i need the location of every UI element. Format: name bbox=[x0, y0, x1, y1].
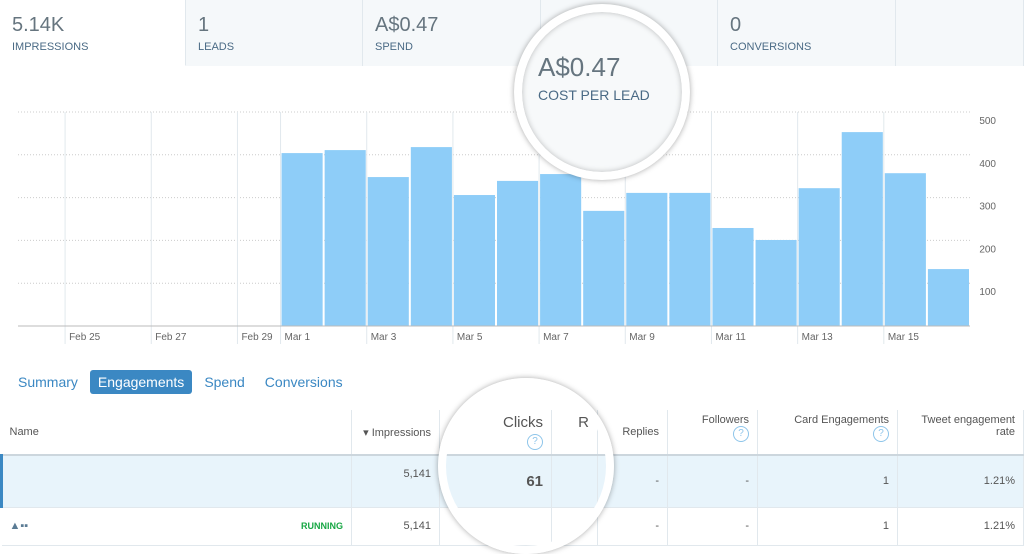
tab-leads[interactable]: 1 LEADS bbox=[186, 0, 363, 66]
conversions-value: 0 bbox=[730, 14, 742, 36]
spend-value: A$0.47 bbox=[375, 14, 439, 36]
cell-rate: 1.21% bbox=[897, 507, 1024, 546]
bar bbox=[324, 150, 366, 326]
help-icon[interactable]: ? bbox=[733, 426, 749, 442]
x-tick-label: Mar 3 bbox=[371, 332, 397, 343]
impressions-label: IMPRESSIONS bbox=[12, 41, 89, 53]
y-tick-label: 500 bbox=[979, 116, 996, 127]
y-tick-label: 400 bbox=[979, 159, 996, 170]
col-followers[interactable]: Followers? bbox=[667, 410, 758, 456]
magnifier-clicks bbox=[438, 378, 614, 554]
subtab-spend[interactable]: Spend bbox=[196, 370, 252, 394]
bar bbox=[453, 195, 495, 326]
bar bbox=[884, 173, 926, 326]
cell-impressions: 5,141 bbox=[351, 455, 440, 508]
x-tick-label: Mar 7 bbox=[543, 332, 569, 343]
tab-impressions[interactable]: 5.14K IMPRESSIONS bbox=[0, 0, 186, 66]
bar bbox=[669, 192, 711, 326]
col-impressions[interactable]: ▾ Impressions bbox=[351, 410, 440, 456]
col-name[interactable]: Name bbox=[1, 410, 352, 456]
tab-conversions[interactable]: 0 CONVERSIONS bbox=[718, 0, 896, 66]
spend-label: SPEND bbox=[375, 41, 413, 53]
bar bbox=[626, 192, 668, 326]
cell-followers: - bbox=[667, 455, 758, 508]
subtab-engagements[interactable]: Engagements bbox=[89, 370, 193, 394]
metric-tabs: 5.14K IMPRESSIONS 1 LEADS A$0.47 SPEND 0 CON… bbox=[0, 0, 1024, 66]
magnifier-cost-per-lead: A$0.47 COST PER LEAD bbox=[514, 4, 690, 180]
col-impressions-label: Impressions bbox=[371, 426, 431, 439]
x-tick-label: Feb 29 bbox=[241, 332, 273, 343]
bar bbox=[540, 174, 582, 326]
bar bbox=[281, 153, 323, 326]
table-view-tabs: Summary Engagements Spend Conversions bbox=[10, 370, 351, 394]
bar bbox=[712, 227, 754, 326]
subtab-conversions[interactable]: Conversions bbox=[257, 370, 351, 394]
cell-card: 1 bbox=[757, 507, 898, 546]
bar bbox=[367, 177, 409, 326]
leads-label: LEADS bbox=[198, 41, 235, 53]
col-card-engagements[interactable]: Card Engagements? bbox=[757, 410, 898, 456]
subtab-summary[interactable]: Summary bbox=[10, 370, 86, 394]
cell-rate: 1.21% bbox=[897, 455, 1024, 508]
col-followers-label: Followers bbox=[701, 414, 749, 426]
x-tick-label: Feb 25 bbox=[69, 332, 101, 343]
x-tick-label: Feb 27 bbox=[155, 332, 187, 343]
x-tick-label: Mar 5 bbox=[457, 332, 483, 343]
y-tick-label: 200 bbox=[979, 244, 996, 255]
bar bbox=[410, 147, 452, 326]
impressions-bar-chart: 100 200 300 400 500 Feb 25 Feb 27 Feb 29 Mar 1 Ma… bbox=[18, 111, 996, 344]
y-tick-label: 300 bbox=[979, 202, 996, 213]
conversions-label: CONVERSIONS bbox=[730, 41, 812, 53]
x-tick-label: Mar 15 bbox=[888, 332, 920, 343]
tab-spend[interactable]: A$0.47 SPEND bbox=[363, 0, 541, 66]
bar bbox=[927, 269, 969, 326]
x-tick-label: Mar 13 bbox=[802, 332, 834, 343]
cell-followers: - bbox=[667, 507, 758, 546]
x-tick-label: Mar 1 bbox=[285, 332, 311, 343]
col-engagement-rate[interactable]: Tweet engagement rate bbox=[897, 410, 1024, 456]
cell-replies: - bbox=[597, 507, 668, 546]
bar bbox=[841, 132, 883, 326]
leads-value: 1 bbox=[198, 14, 210, 36]
campaign-name-blurred[interactable]: ▲▪▪ bbox=[10, 520, 29, 532]
x-tick-label: Mar 9 bbox=[629, 332, 655, 343]
cell-name: ▲▪▪ RUNNING bbox=[1, 507, 352, 546]
cell-name bbox=[0, 455, 352, 508]
cost-per-lead-label: COST PER LEAD bbox=[538, 87, 650, 103]
bar bbox=[798, 188, 840, 326]
cell-card: 1 bbox=[757, 455, 898, 508]
bar bbox=[497, 180, 539, 326]
status-badge: RUNNING bbox=[301, 521, 343, 531]
impressions-value: 5.14K bbox=[12, 14, 65, 36]
y-tick-label: 100 bbox=[979, 287, 996, 298]
cost-per-lead-value: A$0.47 bbox=[538, 52, 621, 82]
bar bbox=[755, 239, 797, 326]
col-card-label: Card Engagements bbox=[794, 414, 889, 426]
help-icon[interactable]: ? bbox=[873, 426, 889, 442]
x-tick-label: Mar 11 bbox=[715, 332, 746, 343]
bar bbox=[583, 210, 625, 326]
tab-empty bbox=[896, 0, 1024, 66]
cell-impressions: 5,141 bbox=[351, 507, 440, 546]
